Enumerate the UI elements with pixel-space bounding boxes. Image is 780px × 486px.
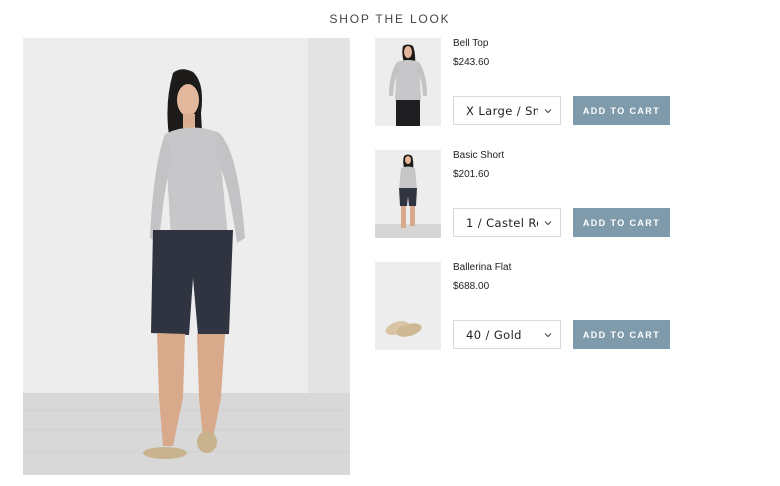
- product-price: $688.00: [453, 281, 490, 292]
- product-name[interactable]: Ballerina Flat: [453, 262, 511, 273]
- hero-image: [23, 38, 350, 475]
- product-row: Basic Short $201.60 1 / Castel Roc ADD T…: [375, 150, 675, 240]
- variant-select[interactable]: 40 / Gold: [453, 320, 561, 349]
- add-to-cart-button[interactable]: ADD TO CART: [573, 96, 670, 125]
- chevron-down-icon: [544, 221, 552, 226]
- product-price: $243.60: [453, 57, 490, 68]
- variant-value: 40 / Gold: [466, 327, 522, 342]
- product-thumbnail[interactable]: [375, 38, 441, 126]
- product-name[interactable]: Bell Top: [453, 38, 488, 49]
- variant-value: X Large / Smo: [466, 103, 538, 118]
- variant-value: 1 / Castel Roc: [466, 215, 538, 230]
- product-price: $201.60: [453, 169, 490, 180]
- product-name[interactable]: Basic Short: [453, 150, 504, 161]
- chevron-down-icon: [544, 109, 552, 114]
- variant-select[interactable]: X Large / Smo: [453, 96, 561, 125]
- product-row: Ballerina Flat $688.00 40 / Gold ADD TO …: [375, 262, 675, 352]
- product-thumbnail[interactable]: [375, 150, 441, 238]
- chevron-down-icon: [544, 333, 552, 338]
- page-title: SHOP THE LOOK: [329, 12, 451, 26]
- product-row: Bell Top $243.60 X Large / Smo ADD TO CA…: [375, 38, 675, 128]
- add-to-cart-button[interactable]: ADD TO CART: [573, 320, 670, 349]
- add-to-cart-button[interactable]: ADD TO CART: [573, 208, 670, 237]
- product-thumbnail[interactable]: [375, 262, 441, 350]
- variant-select[interactable]: 1 / Castel Roc: [453, 208, 561, 237]
